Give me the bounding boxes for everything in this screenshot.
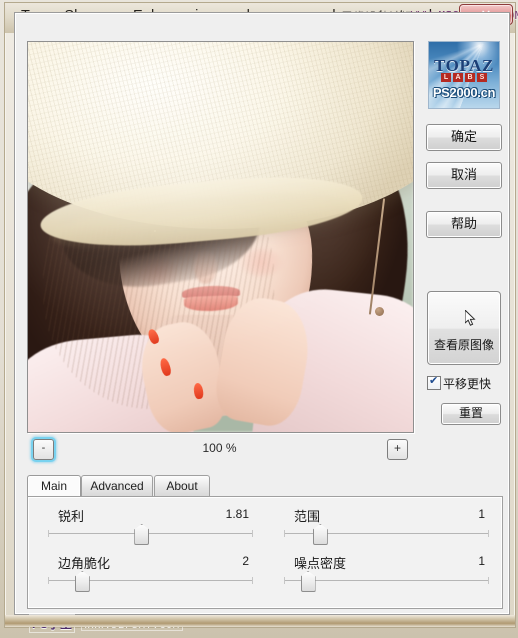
- image-preview-canvas[interactable]: [27, 41, 414, 433]
- slider-label: 锐利: [58, 509, 85, 524]
- window-bottom-frame: [5, 615, 515, 627]
- zoom-toolbar: - 100 % +: [27, 437, 412, 461]
- slider-label: 范围: [294, 509, 321, 524]
- logo-letter: S: [477, 73, 487, 82]
- tab-advanced[interactable]: Advanced: [81, 475, 153, 497]
- slider-thumb[interactable]: [134, 524, 150, 545]
- slider-value: 1: [478, 554, 485, 568]
- slider-value: 1.81: [225, 507, 249, 521]
- reset-button[interactable]: 重置: [441, 403, 501, 425]
- tab-main[interactable]: Main: [27, 475, 81, 498]
- desktop-background: Topaz Sharpen - Enhance image sharpness …: [0, 0, 518, 638]
- logo-letter: B: [465, 73, 475, 82]
- view-original-image-button[interactable]: 查看原图像: [427, 291, 501, 365]
- slider-label: 边角脆化: [58, 556, 111, 571]
- window-client-area: - 100 % + Main Advanced About 锐利 1.81 范围…: [14, 12, 510, 615]
- faster-pan-label: 平移更快: [443, 377, 492, 391]
- slider-value: 2: [242, 554, 249, 568]
- topaz-labs-logo: TOPAZ L A B S PS2000.cn: [428, 41, 500, 109]
- checkbox-box[interactable]: ✔: [427, 375, 441, 390]
- logo-labs-blocks: L A B S: [437, 73, 491, 82]
- photo-highlight: [28, 42, 413, 432]
- slider-label: 噪点密度: [294, 556, 347, 571]
- logo-letter: L: [441, 73, 451, 82]
- slider-thumb[interactable]: [312, 524, 328, 545]
- logo-overlay-watermark: PS2000.cn: [432, 85, 496, 100]
- faster-pan-checkbox-row[interactable]: ✔ 平移更快: [427, 375, 503, 391]
- zoom-in-button[interactable]: +: [387, 439, 408, 460]
- zoom-level-label: 100 %: [202, 441, 237, 455]
- help-button[interactable]: 帮助: [426, 211, 502, 238]
- ok-button[interactable]: 确定: [426, 124, 502, 151]
- logo-letter: A: [453, 73, 463, 82]
- parameters-panel: 锐利 1.81 范围 1 边角脆化 2 噪点密度 1: [27, 496, 503, 609]
- slider-thumb[interactable]: [74, 571, 90, 592]
- slider-value: 1: [478, 507, 485, 521]
- mouse-cursor-icon: [465, 310, 476, 326]
- application-window: Topaz Sharpen - Enhance image sharpness …: [4, 2, 518, 633]
- tab-about[interactable]: About: [154, 475, 210, 497]
- right-control-column: TOPAZ L A B S PS2000.cn 确定 取消 帮助 查看原图像 ✔…: [423, 41, 503, 481]
- slider-track[interactable]: [48, 530, 253, 537]
- preview-photo: [28, 42, 413, 432]
- view-original-image-label: 查看原图像: [433, 338, 494, 352]
- slider-thumb[interactable]: [300, 571, 316, 592]
- checkmark-icon: ✔: [429, 375, 439, 387]
- cancel-button[interactable]: 取消: [426, 162, 502, 189]
